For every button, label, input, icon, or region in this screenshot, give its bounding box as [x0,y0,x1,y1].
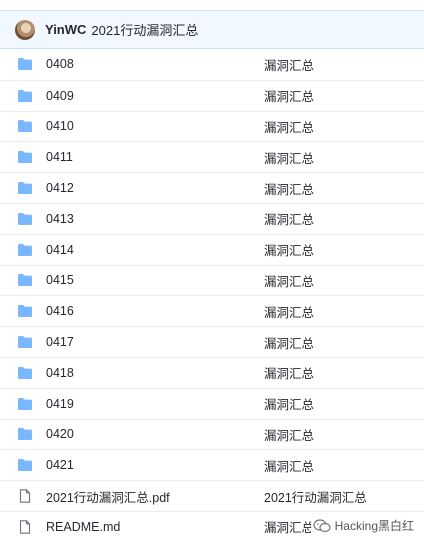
commit-message-link[interactable]: 漏洞汇总 [264,86,314,105]
file-icon [17,520,33,534]
commit-message-link[interactable]: 漏洞汇总 [264,271,314,290]
file-list: 0408 漏洞汇总 0409 漏洞汇总 0410 漏洞汇总 0411 漏洞汇总 0412 漏洞汇总… [0,49,424,542]
folder-icon [17,243,33,257]
file-name-link[interactable]: 0419 [46,397,264,411]
commit-message-link[interactable]: 漏洞汇总 [264,394,314,413]
file-row[interactable]: 0420 漏洞汇总 [0,418,424,450]
folder-icon [17,212,33,226]
file-name-link[interactable]: README.md [46,520,264,534]
user-avatar[interactable] [15,19,35,40]
file-row[interactable]: 0409 漏洞汇总 [0,79,424,111]
commit-message-link[interactable]: 漏洞汇总 [264,148,314,167]
file-row[interactable]: 0419 漏洞汇总 [0,387,424,419]
folder-icon [17,119,33,133]
file-row[interactable]: 0408 漏洞汇总 [0,49,424,80]
file-row[interactable]: 0418 漏洞汇总 [0,356,424,388]
commit-message-link[interactable]: 漏洞汇总 [264,55,314,74]
file-row[interactable]: 0417 漏洞汇总 [0,326,424,357]
commit-message-link[interactable]: 漏洞汇总 [264,456,314,475]
folder-icon [17,181,33,195]
latest-commit-header: YinWC 2021行动漏洞汇总 [0,11,424,49]
commit-message-link[interactable]: 漏洞汇总 [264,209,314,228]
commit-author[interactable]: YinWC [45,22,86,37]
file-name-link[interactable]: 0415 [46,273,264,287]
commit-message-link[interactable]: 漏洞汇总 [264,179,314,198]
file-row[interactable]: 0412 漏洞汇总 [0,172,424,203]
wechat-icon [313,518,331,532]
file-name-link[interactable]: 0417 [46,335,264,349]
file-name-link[interactable]: 0418 [46,366,264,380]
file-name-link[interactable]: 0416 [46,304,264,318]
commit-message-link[interactable]: 漏洞汇总 [264,302,314,321]
file-name-link[interactable]: 0412 [46,181,264,195]
watermark-text: Hacking黑白红 [334,519,414,533]
file-row[interactable]: 2021行动漏洞汇总.pdf 2021行动漏洞汇总 [0,480,424,511]
folder-icon [17,397,33,411]
file-name-link[interactable]: 0410 [46,119,264,133]
commit-message-link[interactable]: 漏洞汇总 [264,517,314,536]
commit-message-link[interactable]: 漏洞汇总 [264,117,314,136]
folder-icon [17,335,33,349]
commit-message[interactable]: 2021行动漏洞汇总 [91,20,198,39]
file-row[interactable]: 0415 漏洞汇总 [0,264,424,296]
file-row[interactable]: 0416 漏洞汇总 [0,295,424,326]
file-name-link[interactable]: 0420 [46,427,264,441]
file-row[interactable]: 0414 漏洞汇总 [0,233,424,265]
file-name-link[interactable]: 0421 [46,458,264,472]
file-row[interactable]: 0421 漏洞汇总 [0,449,424,480]
folder-icon [17,427,33,441]
folder-icon [17,150,33,164]
commit-message-link[interactable]: 漏洞汇总 [264,240,314,259]
commit-message-link[interactable]: 漏洞汇总 [264,425,314,444]
folder-icon [17,458,33,472]
file-name-link[interactable]: 0408 [46,57,264,71]
file-name-link[interactable]: 0414 [46,243,264,257]
folder-icon [17,89,33,103]
folder-icon [17,57,33,71]
commit-message-link[interactable]: 2021行动漏洞汇总 [264,487,367,506]
file-row[interactable]: 0413 漏洞汇总 [0,202,424,234]
commit-message-link[interactable]: 漏洞汇总 [264,363,314,382]
folder-icon [17,273,33,287]
file-name-link[interactable]: 0409 [46,89,264,103]
commit-message-link[interactable]: 漏洞汇总 [264,333,314,352]
folder-icon [17,304,33,318]
file-row[interactable]: 0410 漏洞汇总 [0,110,424,142]
file-browser: YinWC 2021行动漏洞汇总 0408 漏洞汇总 0409 漏洞汇总 0410 漏洞汇… [0,10,424,544]
file-name-link[interactable]: 0413 [46,212,264,226]
file-row[interactable]: 0411 漏洞汇总 [0,141,424,172]
file-name-link[interactable]: 0411 [46,150,264,164]
watermark: Hacking黑白红 [310,517,416,534]
folder-icon [17,366,33,380]
file-icon [17,489,33,503]
file-name-link[interactable]: 2021行动漏洞汇总.pdf [46,487,264,506]
